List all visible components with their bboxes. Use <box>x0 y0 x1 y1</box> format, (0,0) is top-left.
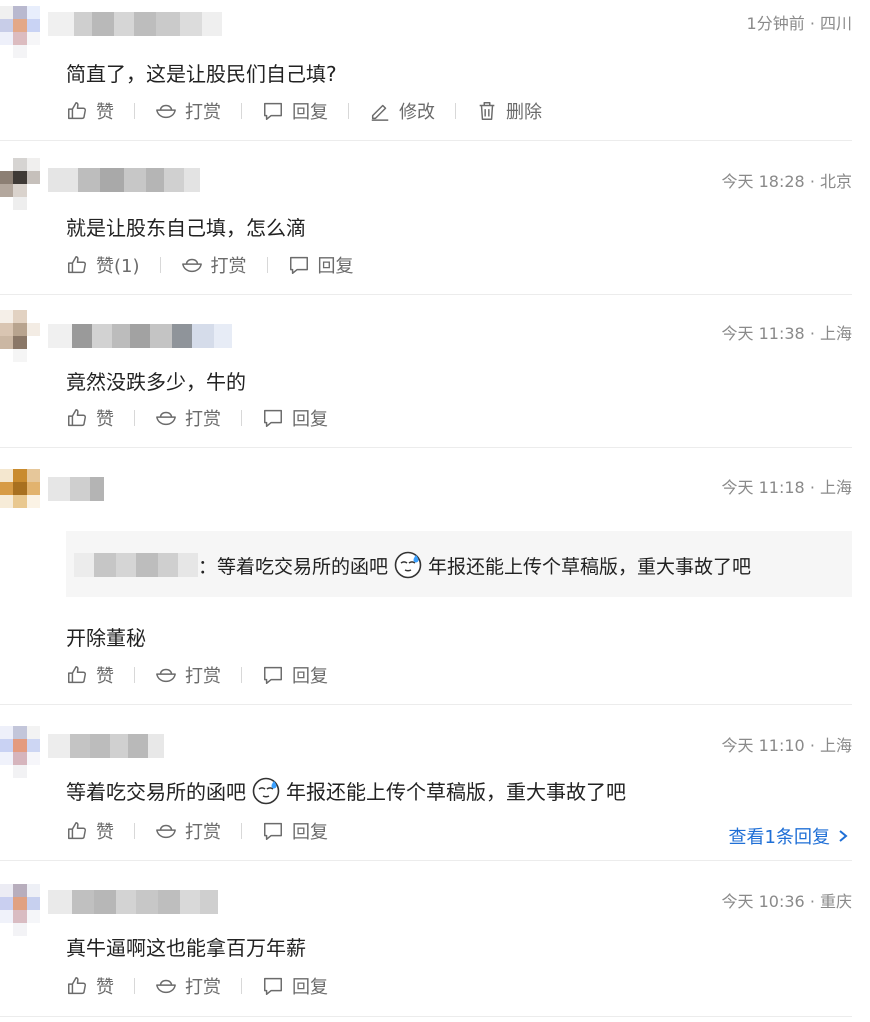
divider <box>134 667 135 683</box>
like-button[interactable]: 赞(1) <box>66 252 140 278</box>
comment-icon <box>262 820 284 842</box>
tip-button[interactable]: 打赏 <box>155 818 221 844</box>
avatar[interactable] <box>0 884 40 936</box>
divider <box>241 103 242 119</box>
tip-button[interactable]: 打赏 <box>155 973 221 999</box>
comment-icon <box>262 100 284 122</box>
divider <box>134 823 135 839</box>
comment-actions: 赞 打赏 回复 <box>66 663 328 687</box>
chevron-right-icon <box>836 829 850 843</box>
like-button[interactable]: 赞 <box>66 662 114 688</box>
thumbs-up-icon <box>66 254 88 276</box>
comment-item: 今天 10:36 · 重庆 真牛逼啊这也能拿百万年薪 赞 打赏 回复 <box>0 860 852 1017</box>
tip-button[interactable]: 打赏 <box>181 252 247 278</box>
divider <box>241 667 242 683</box>
divider <box>241 410 242 426</box>
comment-time-location: 今天 11:38 · 上海 <box>721 324 852 343</box>
comment-time-location: 今天 11:18 · 上海 <box>721 478 852 497</box>
comment-actions: 赞 打赏 回复 <box>66 406 328 430</box>
divider <box>455 103 456 119</box>
comment-item: 今天 11:38 · 上海 竟然没跌多少，牛的 赞 打赏 回复 <box>0 294 852 448</box>
divider <box>134 978 135 994</box>
quoted-username-blurred[interactable] <box>74 553 198 577</box>
comment-text: 竟然没跌多少，牛的 <box>66 370 246 394</box>
divider <box>134 410 135 426</box>
reply-button[interactable]: 回复 <box>262 818 328 844</box>
username-blurred[interactable] <box>48 12 222 36</box>
view-replies-link[interactable]: 查看1条回复 <box>729 823 850 849</box>
tip-button[interactable]: 打赏 <box>155 405 221 431</box>
thumbs-up-icon <box>66 100 88 122</box>
comment-text: 等着吃交易所的函吧 年报还能上传个草稿版，重大事故了吧 <box>66 776 626 805</box>
quoted-text: ：等着吃交易所的函吧 年报还能上传个草稿版，重大事故了吧 <box>198 551 751 579</box>
divider <box>241 978 242 994</box>
avatar[interactable] <box>0 158 40 210</box>
trash-icon <box>476 100 498 122</box>
avatar[interactable] <box>0 6 40 58</box>
reply-button[interactable]: 回复 <box>262 405 328 431</box>
reply-button[interactable]: 回复 <box>288 252 354 278</box>
username-blurred[interactable] <box>48 890 218 914</box>
comment-time-location: 今天 18:28 · 北京 <box>721 172 852 191</box>
comment-text: 真牛逼啊这也能拿百万年薪 <box>66 936 306 960</box>
ingot-icon <box>155 975 177 997</box>
divider <box>159 257 161 273</box>
reply-button[interactable]: 回复 <box>262 98 328 124</box>
username-blurred[interactable] <box>48 477 104 501</box>
divider <box>266 257 268 273</box>
username-blurred[interactable] <box>48 324 232 348</box>
tip-button[interactable]: 打赏 <box>155 98 221 124</box>
comment-time-location: 今天 10:36 · 重庆 <box>721 892 852 911</box>
comment-time-location: 今天 11:10 · 上海 <box>721 736 852 755</box>
comment-item: 今天 11:18 · 上海 ：等着吃交易所的函吧 年报还能上传个草稿版，重大事故了… <box>0 447 852 705</box>
reply-button[interactable]: 回复 <box>262 973 328 999</box>
comment-actions: 赞 打赏 回复 <box>66 974 328 998</box>
tip-button[interactable]: 打赏 <box>155 662 221 688</box>
like-button[interactable]: 赞 <box>66 405 114 431</box>
edit-button[interactable]: 修改 <box>369 98 435 124</box>
divider <box>241 823 242 839</box>
comment-text: 开除董秘 <box>66 626 146 650</box>
username-blurred[interactable] <box>48 734 164 758</box>
ingot-icon <box>155 664 177 686</box>
pencil-icon <box>369 100 391 122</box>
ingot-icon <box>155 100 177 122</box>
comment-icon <box>288 254 310 276</box>
comment-icon <box>262 407 284 429</box>
quoted-comment: ：等着吃交易所的函吧 年报还能上传个草稿版，重大事故了吧 <box>66 531 852 597</box>
comment-text: 简直了，这是让股民们自己填? <box>66 62 337 86</box>
comment-actions: 赞 打赏 回复 <box>66 819 328 843</box>
username-blurred[interactable] <box>48 168 200 192</box>
comment-actions: 赞 打赏 回复 修改 删除 <box>66 99 542 123</box>
like-button[interactable]: 赞 <box>66 818 114 844</box>
comment-time-location: 1分钟前 · 四川 <box>746 14 852 33</box>
thumbs-up-icon <box>66 407 88 429</box>
reply-button[interactable]: 回复 <box>262 662 328 688</box>
ingot-icon <box>155 407 177 429</box>
avatar[interactable] <box>0 726 40 778</box>
comment-item: 今天 11:10 · 上海 等着吃交易所的函吧 年报还能上传个草稿版，重大事故了吧… <box>0 704 852 861</box>
divider <box>134 103 135 119</box>
comment-icon <box>262 975 284 997</box>
sweat-face-emoji-icon <box>394 551 422 579</box>
thumbs-up-icon <box>66 820 88 842</box>
avatar[interactable] <box>0 310 40 362</box>
avatar[interactable] <box>0 469 40 521</box>
like-button[interactable]: 赞 <box>66 973 114 999</box>
divider <box>348 103 349 119</box>
comment-icon <box>262 664 284 686</box>
thumbs-up-icon <box>66 975 88 997</box>
ingot-icon <box>155 820 177 842</box>
quote-separator: ： <box>198 556 218 578</box>
comment-item: 今天 18:28 · 北京 就是让股东自己填，怎么滴 赞(1) 打赏 回复 <box>0 140 852 295</box>
sweat-face-emoji-icon <box>252 777 280 805</box>
comment-text: 就是让股东自己填，怎么滴 <box>66 216 306 240</box>
comment-actions: 赞(1) 打赏 回复 <box>66 253 354 277</box>
thumbs-up-icon <box>66 664 88 686</box>
ingot-icon <box>181 254 203 276</box>
like-button[interactable]: 赞 <box>66 98 114 124</box>
comment-item: 1分钟前 · 四川 简直了，这是让股民们自己填? 赞 打赏 回复 修改 删除 <box>0 0 852 141</box>
delete-button[interactable]: 删除 <box>476 98 542 124</box>
